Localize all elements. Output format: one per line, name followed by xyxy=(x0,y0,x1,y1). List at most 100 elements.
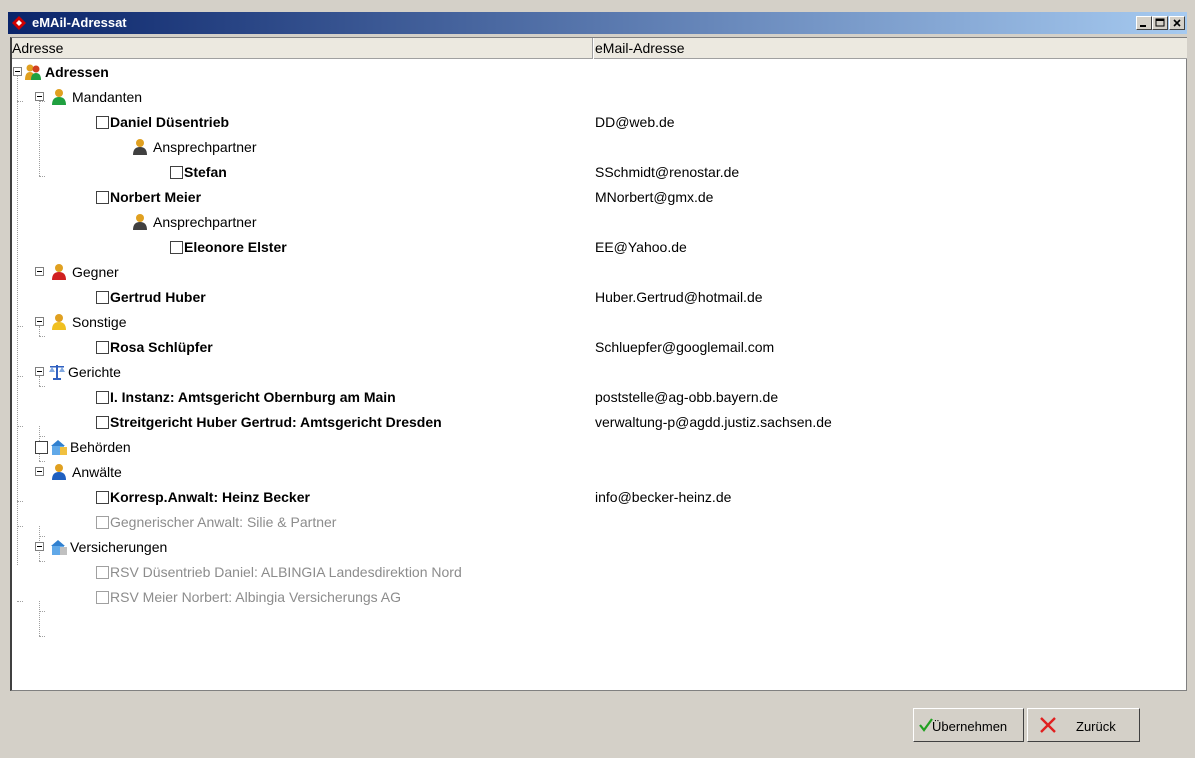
tree-row-mandanten[interactable]: Mandanten xyxy=(12,85,1187,110)
back-button[interactable]: Zurück xyxy=(1027,708,1140,742)
tree-connector xyxy=(39,636,45,637)
scales-icon xyxy=(49,365,65,380)
tree-row-contact[interactable]: Rosa Schlüpfer Schluepfer@googlemail.com xyxy=(12,335,1187,360)
collapse-toggle[interactable] xyxy=(35,317,44,326)
close-icon xyxy=(1173,19,1181,27)
select-checkbox[interactable] xyxy=(96,191,109,204)
minimize-icon xyxy=(1140,25,1146,27)
select-checkbox[interactable] xyxy=(170,241,183,254)
tree-row-gegner[interactable]: Gegner xyxy=(12,260,1187,285)
tree-row-contact[interactable]: Streitgericht Huber Gertrud: Amtsgericht… xyxy=(12,410,1187,435)
collapse-toggle[interactable] xyxy=(35,467,44,476)
tree-label: Sonstige xyxy=(72,314,127,330)
select-checkbox xyxy=(96,566,109,579)
tree-label: Versicherungen xyxy=(70,539,168,555)
tree-row-behoerden[interactable]: Behörden xyxy=(12,435,1187,460)
tree-row-ansprechpartner[interactable]: Ansprechpartner xyxy=(12,210,1187,235)
collapse-toggle[interactable] xyxy=(35,267,44,276)
tree-label: I. Instanz: Amtsgericht Obernburg am Mai… xyxy=(110,389,396,405)
checkmark-icon xyxy=(919,718,933,732)
collapse-toggle[interactable] xyxy=(35,367,44,376)
tree-label: Ansprechpartner xyxy=(153,214,257,230)
column-header-address[interactable]: Adresse xyxy=(12,38,593,59)
select-checkbox[interactable] xyxy=(96,491,109,504)
window-title: eMAil-Adressat xyxy=(32,15,127,30)
dialog-window: eMAil-Adressat Adresse eMail-Adresse Adr… xyxy=(0,0,1195,758)
select-checkbox[interactable] xyxy=(170,166,183,179)
tree-row-adressen[interactable]: Adressen xyxy=(12,60,1187,85)
person-icon xyxy=(52,264,66,280)
select-checkbox[interactable] xyxy=(96,416,109,429)
close-button[interactable] xyxy=(1169,16,1185,30)
tree-label: Gegnerischer Anwalt: Silie & Partner xyxy=(110,514,337,530)
email-cell: SSchmidt@renostar.de xyxy=(595,164,740,180)
minimize-button[interactable] xyxy=(1136,16,1152,30)
collapse-toggle[interactable] xyxy=(35,542,44,551)
tree-row-ansprechpartner[interactable]: Ansprechpartner xyxy=(12,135,1187,160)
tree-row-versicherungen[interactable]: Versicherungen xyxy=(12,535,1187,560)
tree-label: Streitgericht Huber Gertrud: Amtsgericht… xyxy=(110,414,442,430)
person-icon xyxy=(52,464,66,480)
tree-label: Rosa Schlüpfer xyxy=(110,339,213,355)
select-checkbox[interactable] xyxy=(96,341,109,354)
tree-label: Eleonore Elster xyxy=(184,239,287,255)
x-icon xyxy=(1040,717,1056,733)
tree-label: RSV Meier Norbert: Albingia Versicherung… xyxy=(110,589,402,605)
app-icon xyxy=(12,16,26,30)
tree-label: Mandanten xyxy=(72,89,143,105)
email-cell: DD@web.de xyxy=(595,114,675,130)
select-checkbox[interactable] xyxy=(96,391,109,404)
tree-row-contact[interactable]: I. Instanz: Amtsgericht Obernburg am Mai… xyxy=(12,385,1187,410)
maximize-button[interactable] xyxy=(1152,16,1168,30)
email-cell: Huber.Gertrud@hotmail.de xyxy=(595,289,763,305)
tree-row-contact[interactable]: Norbert Meier MNorbert@gmx.de xyxy=(12,185,1187,210)
tree-label: RSV Düsentrieb Daniel: ALBINGIA Landesdi… xyxy=(110,564,462,580)
accept-button-label: Übernehmen xyxy=(932,719,1008,734)
email-cell: verwaltung-p@agdd.justiz.sachsen.de xyxy=(595,414,832,430)
tree-label: Gertrud Huber xyxy=(110,289,206,305)
email-cell: info@becker-heinz.de xyxy=(595,489,732,505)
email-cell: EE@Yahoo.de xyxy=(595,239,687,255)
tree-row-gerichte[interactable]: Gerichte xyxy=(12,360,1187,385)
address-tree: Adressen Mandanten Daniel Düsentrieb DD@… xyxy=(12,60,1187,690)
person-icon xyxy=(133,214,147,230)
tree-row-contact-disabled: RSV Düsentrieb Daniel: ALBINGIA Landesdi… xyxy=(12,560,1187,585)
title-bar[interactable]: eMAil-Adressat xyxy=(8,12,1187,34)
tree-row-contact[interactable]: Daniel Düsentrieb DD@web.de xyxy=(12,110,1187,135)
tree-label: Anwälte xyxy=(72,464,122,480)
column-header-email-label: eMail-Adresse xyxy=(595,40,685,56)
select-checkbox xyxy=(96,516,109,529)
collapse-toggle[interactable] xyxy=(35,92,44,101)
tree-label: Stefan xyxy=(184,164,227,180)
tree-row-contact[interactable]: Gertrud Huber Huber.Gertrud@hotmail.de xyxy=(12,285,1187,310)
tree-row-contact[interactable]: Korresp.Anwalt: Heinz Becker info@becker… xyxy=(12,485,1187,510)
accept-button[interactable]: Übernehmen xyxy=(913,708,1024,742)
tree-row-contact[interactable]: Stefan SSchmidt@renostar.de xyxy=(12,160,1187,185)
tree-row-sonstige[interactable]: Sonstige xyxy=(12,310,1187,335)
select-checkbox[interactable] xyxy=(96,291,109,304)
email-cell: Schluepfer@googlemail.com xyxy=(595,339,775,355)
people-icon xyxy=(25,64,41,80)
tree-row-anwaelte[interactable]: Anwälte xyxy=(12,460,1187,485)
tree-row-contact[interactable]: Eleonore Elster EE@Yahoo.de xyxy=(12,235,1187,260)
person-icon xyxy=(52,314,66,330)
tree-connector xyxy=(39,611,45,612)
person-icon xyxy=(133,139,147,155)
column-header-address-label: Adresse xyxy=(12,40,64,56)
tree-label: Ansprechpartner xyxy=(153,139,257,155)
tree-label: Daniel Düsentrieb xyxy=(110,114,230,130)
tree-row-contact-disabled: RSV Meier Norbert: Albingia Versicherung… xyxy=(12,585,1187,610)
email-cell: poststelle@ag-obb.bayern.de xyxy=(595,389,779,405)
tree-label: Norbert Meier xyxy=(110,189,202,205)
tree-label: Behörden xyxy=(70,439,131,455)
select-checkbox[interactable] xyxy=(35,441,48,454)
person-icon xyxy=(52,89,66,105)
tree-label: Gerichte xyxy=(68,364,121,380)
tree-label: Gegner xyxy=(72,264,119,280)
email-cell: MNorbert@gmx.de xyxy=(595,189,714,205)
collapse-toggle[interactable] xyxy=(13,67,22,76)
column-header-email[interactable]: eMail-Adresse xyxy=(594,38,1187,59)
select-checkbox[interactable] xyxy=(96,116,109,129)
back-button-label: Zurück xyxy=(1076,719,1116,734)
tree-label: Korresp.Anwalt: Heinz Becker xyxy=(110,489,310,505)
